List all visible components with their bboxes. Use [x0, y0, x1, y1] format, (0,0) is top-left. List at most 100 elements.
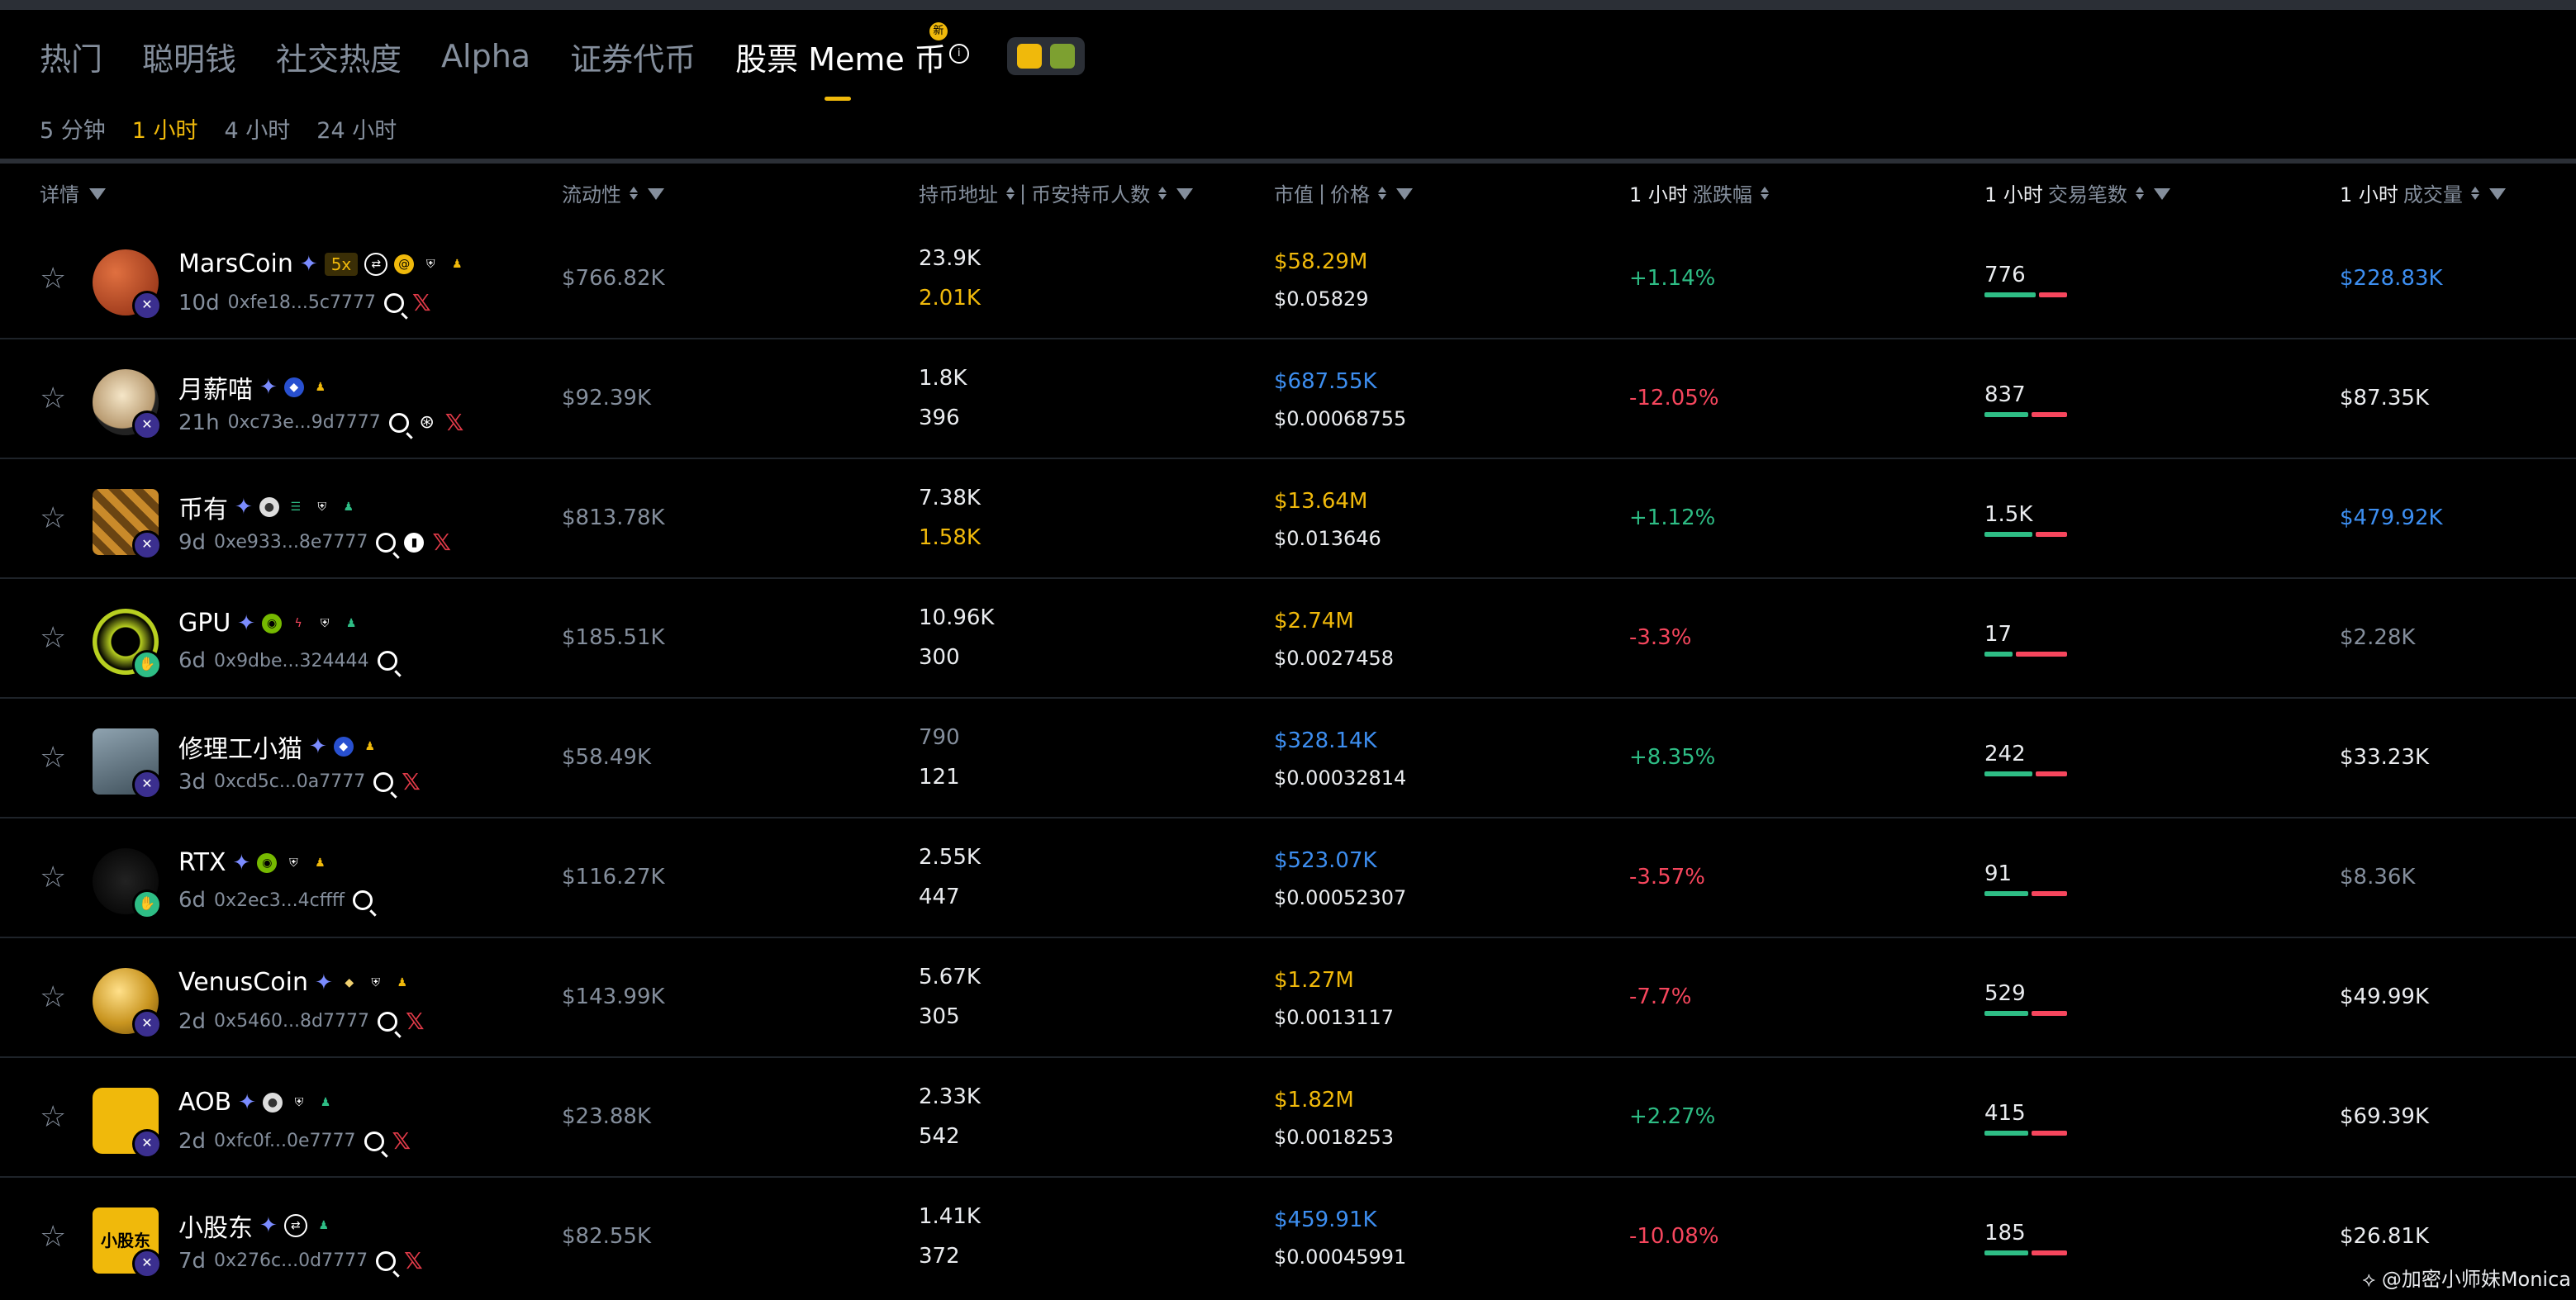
chain-icon: ✕ [132, 770, 162, 799]
token-name[interactable]: 修理工小猫 ✦ ◆ ♟ [178, 728, 380, 765]
contract-address[interactable]: 0xfe18...5c7777 [228, 292, 376, 313]
star-icon[interactable]: ☆ [40, 863, 69, 893]
col-txs[interactable]: 1 小时 交易笔数 [1984, 178, 2170, 207]
search-icon[interactable] [353, 890, 373, 910]
contract-address[interactable]: 0xe933...8e7777 [214, 532, 368, 553]
contract-address[interactable]: 0x276c...0d7777 [214, 1250, 368, 1271]
sort-icon[interactable] [2135, 185, 2144, 202]
star-icon[interactable]: ☆ [40, 983, 69, 1013]
x-icon[interactable]: 𝕏 [392, 1127, 411, 1155]
table-row[interactable]: ☆ ✕ AOB ✦ ● ⛨ ♟ 2d 0xfc0f...0e7777 𝕏 $23… [0, 1058, 2576, 1178]
sort-icon[interactable] [1158, 185, 1167, 202]
filter-icon[interactable] [89, 187, 106, 200]
filter-icon[interactable] [648, 187, 664, 200]
contract-address[interactable]: 0x9dbe...324444 [214, 651, 368, 671]
star-icon[interactable]: ☆ [40, 743, 69, 773]
timeframe-1h[interactable]: 1 小时 [132, 112, 198, 145]
star-icon[interactable]: ☆ [40, 384, 69, 414]
star-icon[interactable]: ☆ [40, 1222, 69, 1252]
search-icon[interactable] [364, 1131, 384, 1151]
filter-icon[interactable] [2153, 187, 2170, 200]
sort-icon[interactable] [1760, 185, 1769, 202]
col-volume[interactable]: 1 小时 成交量 [2340, 178, 2506, 207]
sparkle-icon: ✦ [238, 1089, 256, 1115]
filter-icon[interactable] [2488, 187, 2506, 200]
token-name[interactable]: 币有 ✦ ● ☰ ⛨ ♟ [178, 489, 359, 525]
tab-smart-money[interactable]: 聪明钱 [142, 34, 236, 79]
tab-social[interactable]: 社交热度 [276, 34, 402, 79]
token-name[interactable]: 小股东 ✦ ⇄ ♟ [178, 1207, 334, 1244]
tab-hot[interactable]: 热门 [40, 34, 102, 79]
tx-count: 837 [1984, 382, 2026, 407]
token-name[interactable]: AOB ✦ ● ⛨ ♟ [178, 1088, 335, 1117]
timeframe-24h[interactable]: 24 小时 [316, 112, 397, 145]
table-row[interactable]: ☆ ✕ 修理工小猫 ✦ ◆ ♟ 3d 0xcd5c...0a7777 𝕏 $58… [0, 699, 2576, 818]
chart-icon[interactable]: ▮ [404, 532, 425, 553]
filter-icon[interactable] [1396, 187, 1414, 200]
change-value: -12.05% [1629, 386, 1719, 410]
change-value: +1.14% [1629, 266, 1716, 291]
table-row[interactable]: ☆ ✕ 币有 ✦ ● ☰ ⛨ ♟ 9d 0xe933...8e7777 ▮ 𝕏 … [0, 459, 2576, 579]
volume-value: $69.39K [2340, 1104, 2430, 1129]
star-icon[interactable]: ☆ [40, 624, 69, 653]
timeframe-5m[interactable]: 5 分钟 [40, 112, 106, 145]
search-icon[interactable] [388, 412, 409, 433]
x-icon[interactable]: 𝕏 [402, 768, 421, 795]
col-liquidity[interactable]: 流动性 [562, 178, 664, 207]
shield-icon: ⛨ [289, 856, 298, 870]
shield-icon: ⛨ [320, 616, 330, 630]
sort-icon[interactable] [1378, 185, 1387, 202]
search-icon[interactable] [377, 651, 397, 671]
token-name[interactable]: RTX ✦ ◉ ⛨ ♟ [178, 848, 330, 877]
token-age: 21h [178, 410, 220, 435]
contract-address[interactable]: 0x5460...8d7777 [214, 1011, 369, 1032]
info-icon[interactable]: i [948, 43, 969, 64]
search-icon[interactable] [373, 771, 394, 792]
col-mcap-price[interactable]: 市值 | 价格 [1274, 178, 1414, 207]
token-name-label: GPU [178, 609, 231, 638]
token-name[interactable]: GPU ✦ ◉ ϟ ⛨ ♟ [178, 609, 361, 638]
col-details[interactable]: 详情 [40, 178, 106, 207]
col-tx-label: 交易笔数 [2047, 183, 2127, 206]
timeframe-4h[interactable]: 4 小时 [225, 112, 291, 145]
tab-securities[interactable]: 证券代币 [570, 34, 696, 79]
search-icon[interactable] [376, 1250, 397, 1271]
x-icon[interactable]: 𝕏 [445, 409, 464, 436]
col-holders[interactable]: 持币地址 | 币安持币人数 [919, 178, 1194, 207]
table-row[interactable]: ☆ ✋ GPU ✦ ◉ ϟ ⛨ ♟ 6d 0x9dbe...324444 $18… [0, 579, 2576, 699]
contract-address[interactable]: 0xc73e...9d7777 [228, 412, 381, 433]
x-icon[interactable]: 𝕏 [404, 1247, 423, 1274]
table-row[interactable]: ☆ ✕ VenusCoin ✦ ◆ ⛨ ♟ 2d 0x5460...8d7777… [0, 938, 2576, 1058]
binance-filter-icon[interactable] [1016, 44, 1042, 69]
contract-address[interactable]: 0x2ec3...4cffff [214, 890, 345, 911]
token-name[interactable]: 月薪喵 ✦ ◆ ♟ [178, 369, 330, 406]
table-row[interactable]: ☆ ✋ RTX ✦ ◉ ⛨ ♟ 6d 0x2ec3...4cffff $116.… [0, 818, 2576, 938]
search-icon[interactable] [376, 532, 397, 553]
search-icon[interactable] [383, 292, 404, 313]
star-icon[interactable]: ☆ [40, 1103, 69, 1132]
sort-icon[interactable] [630, 185, 638, 202]
table-row[interactable]: ☆ ✕ 月薪喵 ✦ ◆ ♟ 21h 0xc73e...9d7777 ⊛ 𝕏 $9… [0, 339, 2576, 459]
tx-count: 185 [1984, 1221, 2026, 1245]
table-row[interactable]: ☆ ✕ MarsCoin ✦ 5x ⇄ @ ⛨ ♟ 10d 0xfe18...5… [0, 220, 2576, 339]
sort-icon[interactable] [2470, 185, 2479, 202]
contract-address[interactable]: 0xfc0f...0e7777 [214, 1131, 356, 1151]
search-icon[interactable] [377, 1011, 397, 1032]
pencil-filter-icon[interactable] [1049, 44, 1075, 69]
tab-alpha[interactable]: Alpha [441, 38, 530, 74]
change-value: -10.08% [1629, 1224, 1719, 1249]
table-row[interactable]: ☆ 小股东 ✕ 小股东 ✦ ⇄ ♟ 7d 0x276c...0d7777 𝕏 $… [0, 1178, 2576, 1296]
star-icon[interactable]: ☆ [40, 264, 69, 294]
col-change[interactable]: 1 小时 涨跌幅 [1629, 178, 1769, 207]
filter-icon[interactable] [1176, 187, 1194, 200]
contract-address[interactable]: 0xcd5c...0a7777 [214, 771, 365, 792]
x-icon[interactable]: 𝕏 [406, 1008, 425, 1035]
sort-icon[interactable] [1006, 185, 1015, 202]
token-name[interactable]: MarsCoin ✦ 5x ⇄ @ ⛨ ♟ [178, 249, 467, 278]
x-icon[interactable]: 𝕏 [412, 289, 431, 316]
tab-stock-meme[interactable]: 股票 Meme 币 新 i [735, 21, 969, 101]
web-icon[interactable]: ⊛ [417, 412, 437, 433]
token-name[interactable]: VenusCoin ✦ ◆ ⛨ ♟ [178, 968, 412, 997]
x-icon[interactable]: 𝕏 [432, 529, 451, 556]
star-icon[interactable]: ☆ [40, 504, 69, 534]
